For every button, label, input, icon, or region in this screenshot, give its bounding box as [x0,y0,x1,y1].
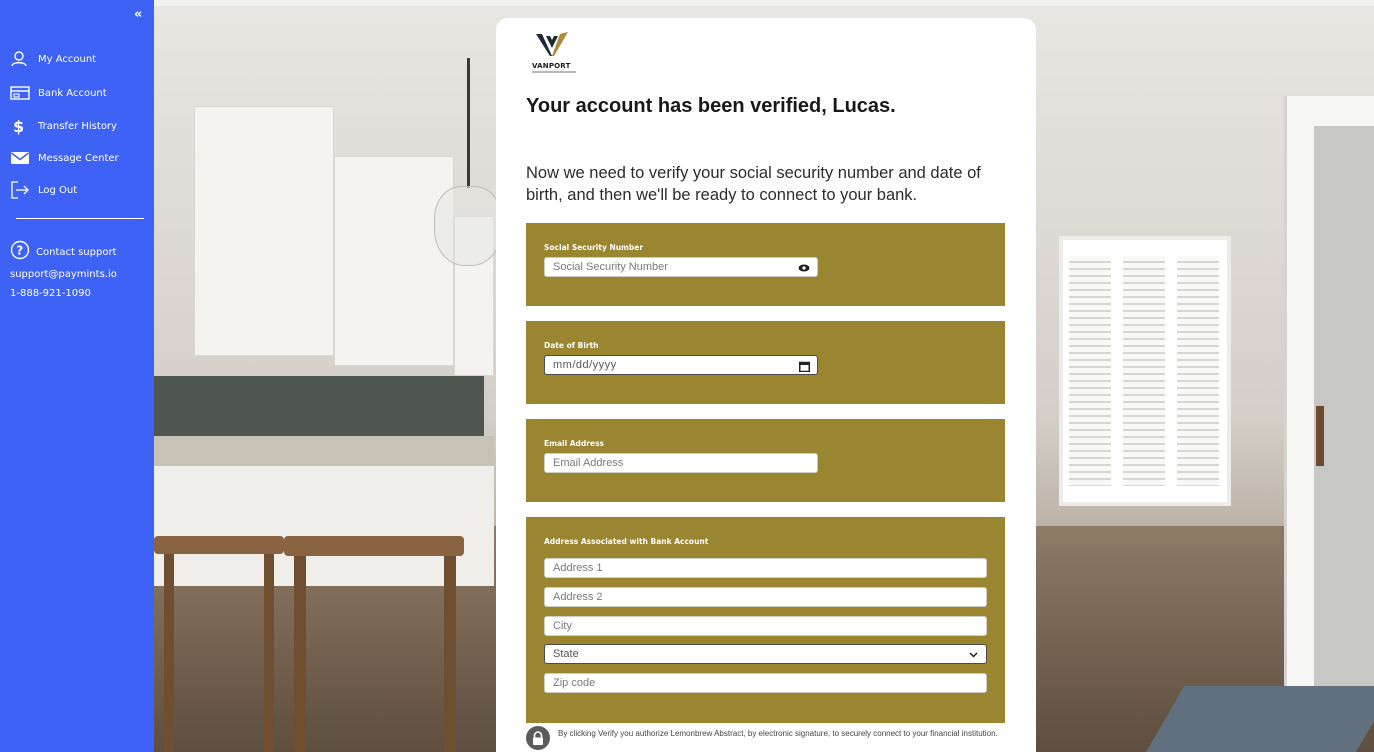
dob-input[interactable]: mm/dd/yyyy [544,355,818,375]
envelope-icon [10,148,34,168]
chevron-down-icon [966,648,980,662]
lock-icon [526,726,550,750]
sidebar-item-label: Log Out [38,184,78,196]
consent-text: By clicking Verify you authorize Lemonbr… [558,729,998,738]
zip-input[interactable]: Zip code [544,673,987,693]
city-placeholder: City [553,620,572,632]
address-label: Address Associated with Bank Account [544,537,709,546]
email-input[interactable]: Email Address [544,453,818,473]
ssn-input[interactable]: Social Security Number [544,257,818,277]
email-placeholder: Email Address [553,457,624,469]
bank-icon [10,83,34,103]
logo-text: VANPORT [532,62,571,70]
page-title: Your account has been verified, Lucas. [526,95,896,117]
sidebar-item-label: Message Center [38,152,119,164]
ssn-section: Social Security Number Social Security N… [526,223,1005,306]
contact-support-label: Contact support [36,246,117,258]
support-phone[interactable]: 1-888-921-1090 [10,288,91,299]
user-icon [10,49,34,69]
dob-placeholder: mm/dd/yyyy [553,359,617,371]
svg-text:?: ? [16,244,23,258]
svg-text:$: $ [13,117,24,135]
consent-notice: By clicking Verify you authorize Lemonbr… [526,726,1006,752]
address-section: Address Associated with Bank Account Add… [526,517,1005,723]
ssn-label: Social Security Number [544,243,644,252]
sidebar-item-label: Bank Account [38,87,107,99]
sidebar-item-label: Transfer History [38,120,117,132]
calendar-icon[interactable] [797,359,811,373]
sidebar-item-bank-account[interactable]: Bank Account [10,83,107,103]
eye-icon[interactable] [797,261,811,275]
sidebar-item-label: My Account [38,53,97,65]
zip-placeholder: Zip code [553,677,596,689]
email-section: Email Address Email Address [526,419,1005,502]
state-selected-value: State [553,648,579,660]
ssn-placeholder: Social Security Number [553,261,668,273]
address1-input[interactable]: Address 1 [544,558,987,578]
sidebar-item-message-center[interactable]: Message Center [10,148,119,168]
dollar-icon: $ [10,116,34,136]
sidebar-item-my-account[interactable]: My Account [10,49,96,69]
sidebar-item-log-out[interactable]: Log Out [10,180,77,200]
state-select[interactable]: State [544,644,987,664]
sidebar-divider [16,218,144,219]
address2-input[interactable]: Address 2 [544,587,987,607]
dob-section: Date of Birth mm/dd/yyyy [526,321,1005,404]
sidebar: « My Account Bank Account $ Transfer His… [0,0,154,752]
support-email[interactable]: support@paymints.io [10,269,117,280]
logo-tagline [532,71,576,73]
verification-card: VANPORT Your account has been verified, … [496,18,1036,752]
page-subtitle: Now we need to verify your social securi… [526,164,981,204]
contact-support-link[interactable]: ? Contact support [10,240,116,264]
address2-placeholder: Address 2 [553,591,603,603]
help-icon: ? [10,240,30,264]
logout-icon [10,180,34,200]
collapse-sidebar-button[interactable]: « [134,8,142,21]
city-input[interactable]: City [544,616,987,636]
sidebar-item-transfer-history[interactable]: $ Transfer History [10,116,117,136]
address1-placeholder: Address 1 [553,562,603,574]
email-label: Email Address [544,439,605,448]
dob-label: Date of Birth [544,341,599,350]
